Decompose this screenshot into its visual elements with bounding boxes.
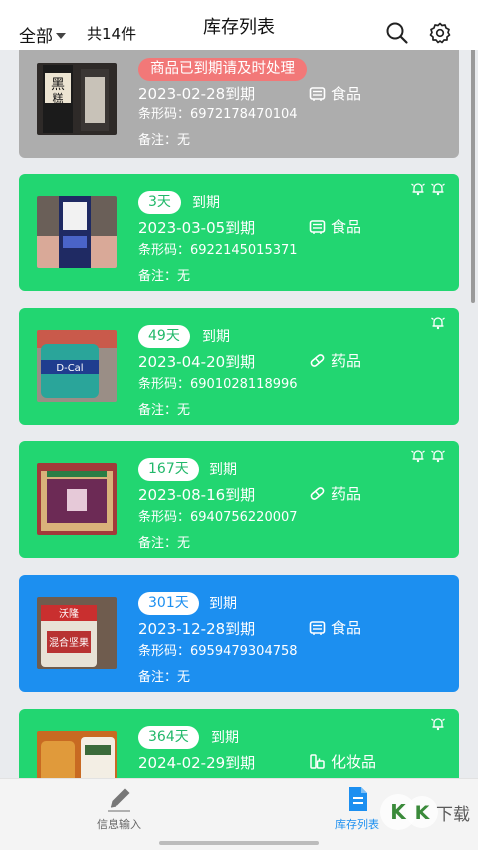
pencil-icon	[108, 788, 130, 812]
inventory-card[interactable]: 167天 到期 2023-08-16到期 药品 条形码：694075622000…	[19, 441, 459, 558]
inventory-card[interactable]: 3天 到期 2023-03-05到期 食品 条形码：6922145015371 …	[19, 174, 459, 291]
days-left-badge: 167天	[138, 458, 199, 481]
document-list-icon	[349, 787, 367, 811]
expiry-date: 2023-08-16到期	[138, 486, 256, 504]
top-app-bar: 全部 共14件 库存列表	[0, 0, 478, 50]
expires-label: 到期	[202, 329, 230, 345]
cosmetics-bottle-icon	[310, 754, 325, 769]
days-left-badge: 49天	[138, 325, 190, 348]
days-left-badge: 364天	[138, 726, 199, 749]
item-count: 共14件	[87, 25, 137, 43]
caret-down-icon	[56, 32, 66, 39]
svg-text:糕: 糕	[53, 91, 64, 105]
category-label: 药品	[309, 483, 361, 504]
category-text: 药品	[331, 352, 362, 370]
category-text: 食品	[331, 218, 362, 236]
product-image	[37, 463, 117, 535]
tab-label: 信息输入	[97, 818, 141, 831]
category-label: 食品	[309, 216, 361, 237]
expiry-date: 2024-02-29到期	[138, 754, 256, 772]
food-tray-icon	[309, 621, 326, 635]
barcode: 条形码：6922145015371	[138, 243, 298, 258]
bell-ring-icon[interactable]	[429, 180, 447, 196]
bell-ring-icon[interactable]	[409, 447, 427, 463]
category-text: 化妆品	[331, 753, 377, 771]
pill-capsule-icon	[310, 354, 325, 367]
expired-status-badge: 商品已到期请及时处理	[138, 58, 307, 81]
food-tray-icon	[309, 87, 326, 101]
app-screen: 黑 糕 商品已到期请及时处理 2023-02-28到期 食品 条形码：69721…	[0, 0, 478, 850]
category-text: 食品	[331, 619, 362, 637]
expires-label: 到期	[209, 462, 237, 478]
inventory-card[interactable]: 364天 到期 2024-02-29到期 化妆品	[19, 709, 459, 778]
search-icon[interactable]	[385, 21, 409, 45]
svg-text:黑: 黑	[51, 77, 65, 93]
product-image: 黑 糕	[37, 63, 117, 135]
filter-label: 全部	[19, 27, 53, 47]
bell-ring-icon[interactable]	[409, 180, 427, 196]
category-label: 药品	[309, 350, 361, 371]
inventory-list[interactable]: 黑 糕 商品已到期请及时处理 2023-02-28到期 食品 条形码：69721…	[0, 0, 478, 778]
category-text: 食品	[331, 85, 362, 103]
expires-label: 到期	[192, 195, 220, 211]
svg-text:沃隆: 沃隆	[59, 607, 79, 620]
food-tray-icon	[309, 220, 326, 234]
note: 备注：无	[138, 670, 191, 685]
svg-text:D-Cal: D-Cal	[56, 363, 83, 374]
product-image	[37, 196, 117, 268]
bell-ring-icon[interactable]	[429, 715, 447, 731]
category-text: 药品	[331, 485, 362, 503]
inventory-card-highlighted[interactable]: 沃隆 混合坚果 301天 到期 2023-12-28到期 食品 条形码：6959…	[19, 575, 459, 692]
barcode: 条形码：6940756220007	[138, 510, 298, 525]
reminder-bells[interactable]	[409, 447, 447, 463]
barcode: 条形码：6901028118996	[138, 377, 298, 392]
bell-ring-icon[interactable]	[429, 447, 447, 463]
days-left-badge: 3天	[138, 191, 181, 214]
reminder-bells[interactable]	[409, 180, 447, 196]
category-label: 食品	[309, 617, 361, 638]
category-filter-dropdown[interactable]: 全部	[19, 22, 66, 47]
product-image: 沃隆 混合坚果	[37, 597, 117, 669]
expires-label: 到期	[211, 730, 239, 746]
category-label: 食品	[309, 83, 361, 104]
home-indicator[interactable]	[159, 841, 319, 845]
days-left-badge: 301天	[138, 592, 199, 615]
bell-ring-icon[interactable]	[429, 314, 447, 330]
barcode: 条形码：6959479304758	[138, 644, 298, 659]
gear-icon[interactable]	[428, 21, 452, 45]
note: 备注：无	[138, 269, 191, 284]
kk-download-watermark-logo: K K 下载	[380, 794, 470, 830]
expires-label: 到期	[209, 596, 237, 612]
expiry-date: 2023-04-20到期	[138, 353, 256, 371]
svg-text:K: K	[390, 800, 407, 824]
note: 备注：无	[138, 536, 191, 551]
product-image	[37, 731, 117, 778]
note: 备注：无	[138, 133, 191, 148]
category-label: 化妆品	[309, 751, 376, 772]
product-image: D-Cal	[37, 330, 117, 402]
tab-info-input[interactable]: 信息输入	[59, 785, 179, 832]
inventory-card-expired[interactable]: 黑 糕 商品已到期请及时处理 2023-02-28到期 食品 条形码：69721…	[19, 41, 459, 158]
list-scrollbar[interactable]	[471, 48, 475, 303]
expiry-date: 2023-12-28到期	[138, 620, 256, 638]
svg-text:混合坚果: 混合坚果	[49, 636, 89, 649]
expiry-date: 2023-02-28到期	[138, 85, 256, 103]
reminder-bells[interactable]	[429, 314, 447, 330]
svg-text:K: K	[415, 802, 431, 824]
barcode: 条形码：6972178470104	[138, 107, 298, 122]
svg-text:下载: 下载	[436, 805, 470, 825]
inventory-card[interactable]: D-Cal 49天 到期 2023-04-20到期 药品 条形码：6901028…	[19, 308, 459, 425]
note: 备注：无	[138, 403, 191, 418]
expiry-date: 2023-03-05到期	[138, 219, 256, 237]
reminder-bells[interactable]	[429, 715, 447, 731]
pill-capsule-icon	[310, 487, 325, 500]
